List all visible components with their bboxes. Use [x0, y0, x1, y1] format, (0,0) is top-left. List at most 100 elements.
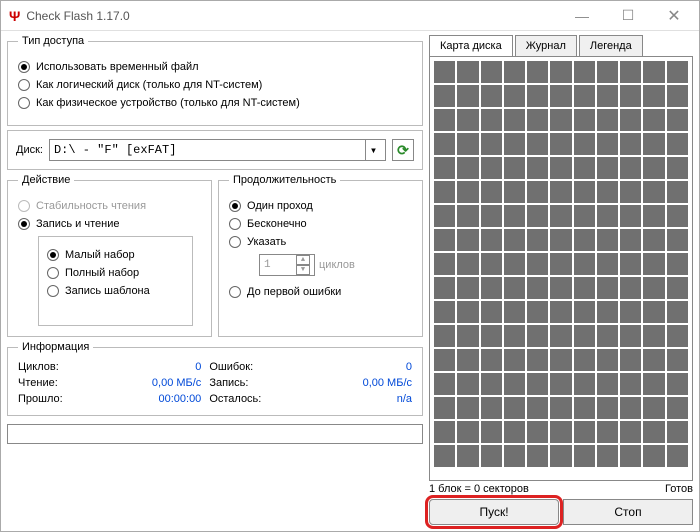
map-block	[643, 445, 664, 467]
map-block	[620, 277, 641, 299]
tab-legend[interactable]: Легенда	[579, 35, 643, 56]
subset-full[interactable]: Полный набор	[47, 267, 184, 279]
map-block	[597, 349, 618, 371]
map-block	[620, 349, 641, 371]
minimize-button[interactable]: —	[559, 2, 605, 30]
access-physical-device[interactable]: Как физическое устройство (только для NT…	[18, 97, 412, 109]
refresh-button[interactable]: ⟳	[392, 139, 414, 161]
map-block	[527, 445, 548, 467]
map-block	[667, 109, 688, 131]
duration-specify[interactable]: Указать	[229, 236, 412, 248]
drive-value: D:\ - "F" [exFAT]	[54, 143, 176, 157]
map-block	[527, 61, 548, 83]
map-block	[550, 85, 571, 107]
map-block	[504, 109, 525, 131]
map-block	[481, 133, 502, 155]
map-block	[550, 397, 571, 419]
map-block	[481, 421, 502, 443]
map-block	[597, 421, 618, 443]
map-block	[574, 373, 595, 395]
map-block	[620, 205, 641, 227]
map-block	[457, 397, 478, 419]
map-block	[597, 253, 618, 275]
map-block	[457, 253, 478, 275]
map-block	[434, 109, 455, 131]
spinner-up-icon[interactable]: ▲	[296, 255, 310, 265]
cycles-label: циклов	[319, 259, 355, 271]
map-block	[527, 421, 548, 443]
map-block	[457, 277, 478, 299]
map-block	[667, 445, 688, 467]
map-block	[481, 349, 502, 371]
map-block	[667, 157, 688, 179]
radio-icon	[47, 285, 59, 297]
write-value: 0,00 МБ/с	[320, 377, 412, 389]
stop-button[interactable]: Стоп	[563, 499, 693, 525]
action-group: Действие Стабильность чтения Запись и чт…	[7, 174, 212, 337]
map-block	[574, 205, 595, 227]
titlebar: Ψ Check Flash 1.17.0 — ☐ ✕	[1, 1, 699, 31]
elapsed-label: Прошло:	[18, 393, 113, 405]
map-block	[504, 349, 525, 371]
map-block	[457, 301, 478, 323]
map-block	[481, 373, 502, 395]
map-block	[457, 181, 478, 203]
subset-small[interactable]: Малый набор	[47, 249, 184, 261]
radio-icon	[18, 200, 30, 212]
map-block	[504, 253, 525, 275]
map-block	[550, 133, 571, 155]
map-block	[574, 301, 595, 323]
map-block	[457, 205, 478, 227]
action-subset-list[interactable]: Малый набор Полный набор Запись шаблона	[38, 236, 193, 326]
map-block	[620, 325, 641, 347]
map-block	[620, 253, 641, 275]
read-label: Чтение:	[18, 377, 113, 389]
map-block	[434, 445, 455, 467]
map-block	[434, 301, 455, 323]
access-logical-disk[interactable]: Как логический диск (только для NT-систе…	[18, 79, 412, 91]
map-block	[667, 397, 688, 419]
map-block	[527, 205, 548, 227]
map-block	[597, 229, 618, 251]
map-block	[620, 61, 641, 83]
map-block	[643, 277, 664, 299]
map-block	[481, 277, 502, 299]
subset-template[interactable]: Запись шаблона	[47, 285, 184, 297]
map-block	[620, 157, 641, 179]
map-block	[504, 133, 525, 155]
map-block	[574, 421, 595, 443]
tab-log[interactable]: Журнал	[515, 35, 577, 56]
access-temp-file[interactable]: Использовать временный файл	[18, 61, 412, 73]
map-block	[574, 85, 595, 107]
map-block	[527, 253, 548, 275]
map-block	[550, 157, 571, 179]
tab-disk-map[interactable]: Карта диска	[429, 35, 513, 56]
map-block	[620, 301, 641, 323]
map-block	[504, 397, 525, 419]
duration-once[interactable]: Один проход	[229, 200, 412, 212]
map-block	[620, 373, 641, 395]
map-block	[550, 325, 571, 347]
action-write-read[interactable]: Запись и чтение	[18, 218, 201, 230]
close-button[interactable]: ✕	[651, 2, 697, 30]
duration-infinite[interactable]: Бесконечно	[229, 218, 412, 230]
map-block	[434, 61, 455, 83]
map-block	[667, 205, 688, 227]
remain-value: n/a	[320, 393, 412, 405]
map-block	[667, 85, 688, 107]
duration-first-error[interactable]: До первой ошибки	[229, 286, 412, 298]
map-block	[550, 205, 571, 227]
radio-icon	[18, 61, 30, 73]
map-block	[597, 181, 618, 203]
map-block	[550, 181, 571, 203]
map-block	[597, 157, 618, 179]
map-block	[597, 277, 618, 299]
cycles-spinner[interactable]: 1 ▲ ▼	[259, 254, 315, 276]
start-button[interactable]: Пуск!	[429, 499, 559, 525]
drive-select[interactable]: D:\ - "F" [exFAT] ▾	[49, 139, 386, 161]
map-block	[597, 205, 618, 227]
map-block	[550, 109, 571, 131]
maximize-button[interactable]: ☐	[605, 2, 651, 30]
map-block	[550, 421, 571, 443]
spinner-down-icon[interactable]: ▼	[296, 265, 310, 275]
